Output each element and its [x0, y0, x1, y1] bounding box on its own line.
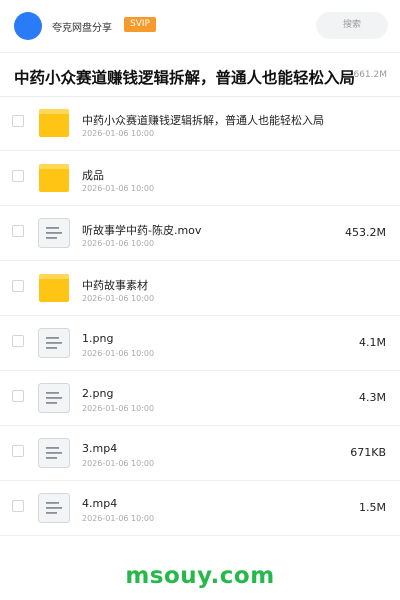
file-size: 671KB: [350, 446, 386, 459]
file-date: 2026-01-06 10:00: [82, 239, 155, 248]
file-row[interactable]: 1.png 2026-01-06 10:00 4.1M: [0, 316, 400, 371]
file-row[interactable]: 中药故事素材 2026-01-06 10:00: [0, 261, 400, 316]
row-checkbox[interactable]: [12, 280, 24, 292]
total-size: 661.2M: [353, 70, 387, 80]
avatar[interactable]: [14, 12, 42, 40]
file-list: 中药小众赛道赚钱逻辑拆解，普通人也能轻松入局 2026-01-06 10:00 成品…: [0, 96, 400, 536]
file-date: 2026-01-06 10:00: [82, 349, 155, 358]
file-size: 453.2M: [345, 226, 386, 239]
file-date: 2026-01-06 10:00: [82, 404, 155, 413]
file-row[interactable]: 2.png 2026-01-06 10:00 4.3M: [0, 371, 400, 426]
file-date: 2026-01-06 10:00: [82, 184, 155, 193]
file-row[interactable]: 3.mp4 2026-01-06 10:00 671KB: [0, 426, 400, 481]
svip-badge: SVIP: [124, 17, 156, 32]
app-title: 夸克网盘分享: [52, 23, 112, 34]
file-size: 1.5M: [359, 501, 386, 514]
row-checkbox[interactable]: [12, 445, 24, 457]
file-size: 4.1M: [359, 336, 386, 349]
file-row[interactable]: 4.mp4 2026-01-06 10:00 1.5M: [0, 481, 400, 536]
row-checkbox[interactable]: [12, 390, 24, 402]
file-name: 中药小众赛道赚钱逻辑拆解，普通人也能轻松入局: [82, 114, 324, 127]
file-date: 2026-01-06 10:00: [82, 294, 155, 303]
search-input[interactable]: 搜索: [316, 12, 388, 39]
file-date: 2026-01-06 10:00: [82, 459, 155, 468]
file-name: 2.png: [82, 387, 114, 400]
file-name: 1.png: [82, 332, 114, 345]
file-name: 成品: [82, 169, 104, 182]
page-title: 中药小众赛道赚钱逻辑拆解，普通人也能轻松入局: [14, 69, 356, 87]
file-name: 4.mp4: [82, 497, 118, 510]
watermark: msouy.com: [125, 563, 275, 589]
header: 夸克网盘分享 SVIP 搜索: [0, 0, 400, 53]
row-checkbox[interactable]: [12, 170, 24, 182]
file-row[interactable]: 听故事学中药-陈皮.mov 2026-01-06 10:00 453.2M: [0, 206, 400, 261]
file-date: 2026-01-06 10:00: [82, 514, 155, 523]
file-size: 4.3M: [359, 391, 386, 404]
document-icon: [38, 493, 70, 523]
file-name: 中药故事素材: [82, 279, 148, 292]
row-checkbox[interactable]: [12, 335, 24, 347]
file-row[interactable]: 成品 2026-01-06 10:00: [0, 151, 400, 206]
folder-icon: [38, 273, 70, 303]
file-name: 3.mp4: [82, 442, 118, 455]
document-icon: [38, 383, 70, 413]
folder-icon: [38, 163, 70, 193]
share-title-bar: 中药小众赛道赚钱逻辑拆解，普通人也能轻松入局 661.2M: [0, 52, 400, 97]
row-checkbox[interactable]: [12, 115, 24, 127]
document-icon: [38, 438, 70, 468]
document-icon: [38, 328, 70, 358]
file-row[interactable]: 中药小众赛道赚钱逻辑拆解，普通人也能轻松入局 2026-01-06 10:00: [0, 96, 400, 151]
document-icon: [38, 218, 70, 248]
folder-icon: [38, 108, 70, 138]
file-name: 听故事学中药-陈皮.mov: [82, 224, 202, 237]
row-checkbox[interactable]: [12, 500, 24, 512]
file-date: 2026-01-06 10:00: [82, 129, 155, 138]
row-checkbox[interactable]: [12, 225, 24, 237]
